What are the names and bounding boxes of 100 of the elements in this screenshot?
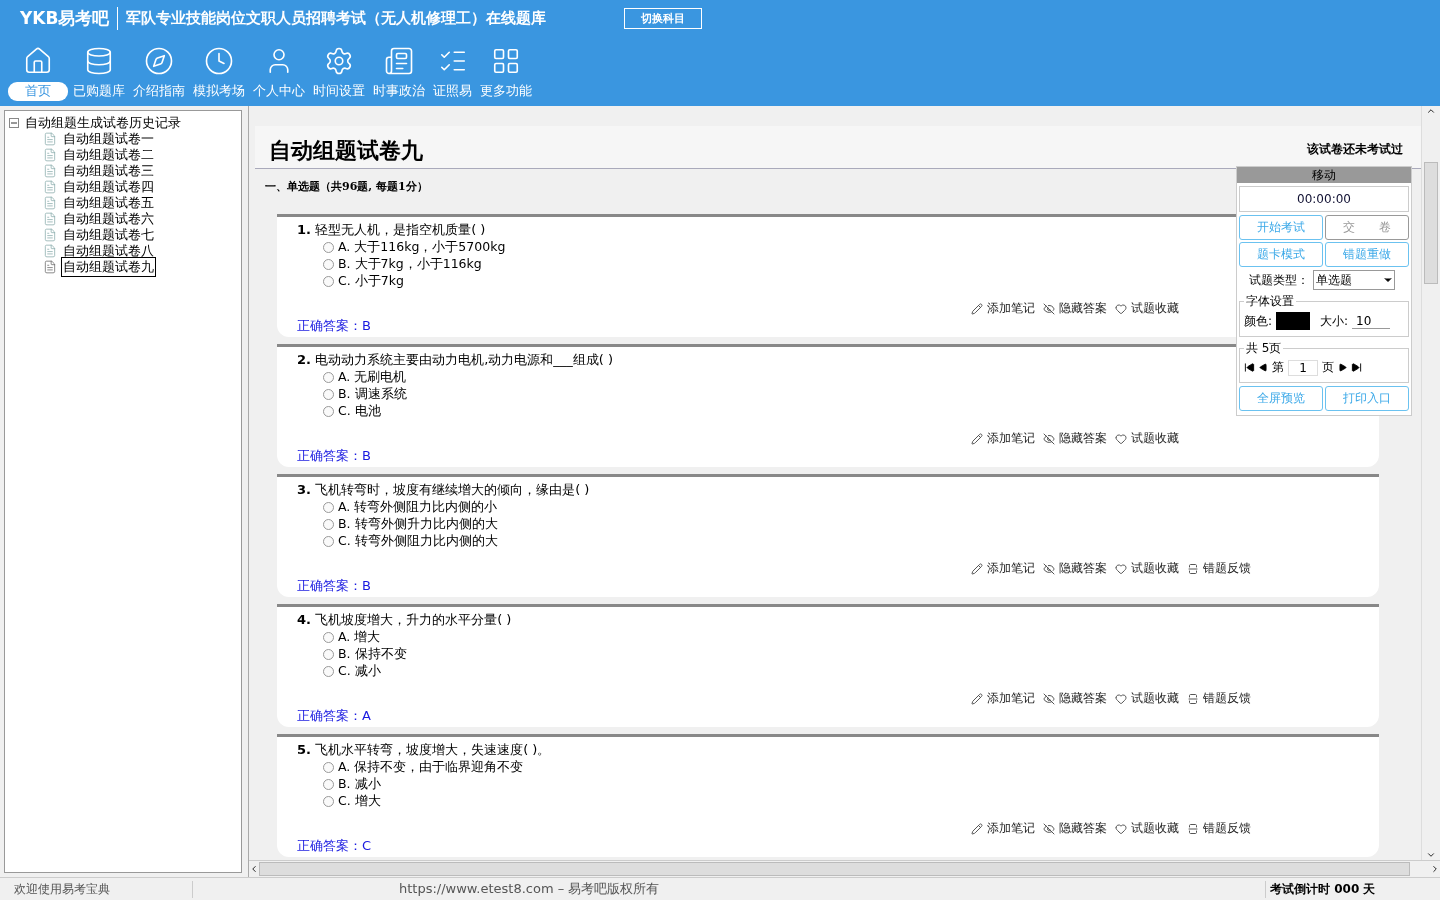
option-text: C. 减小	[338, 663, 381, 680]
app-title: 军队专业技能岗位文职人员招聘考试（无人机修理工）在线题库	[126, 8, 547, 28]
compass-icon[interactable]	[144, 46, 174, 76]
question-text: 3. 飞机转弯时，坡度有继续增大的倾向，缘由是( )	[297, 481, 590, 499]
pencil-icon	[971, 562, 983, 575]
grid-icon[interactable]	[491, 46, 521, 76]
question-action-link[interactable]: 试题收藏	[1115, 430, 1179, 447]
pencil-icon	[971, 692, 983, 705]
page-field[interactable]: 1	[1288, 359, 1318, 376]
pencil-icon	[971, 432, 983, 445]
question-action-link[interactable]: 添加笔记	[971, 560, 1035, 577]
font-color-swatch[interactable]	[1276, 312, 1311, 330]
scrollbar-thumb[interactable]	[259, 862, 1410, 876]
question-action-link[interactable]: 添加笔记	[971, 690, 1035, 707]
radio-button[interactable]	[323, 242, 334, 253]
option-text: C. 电池	[338, 403, 381, 420]
scrollbar-thumb[interactable]	[1424, 162, 1438, 284]
radio-button[interactable]	[323, 762, 334, 773]
heart-icon	[1115, 562, 1127, 575]
document-icon	[43, 212, 57, 226]
welcome-text: 欢迎使用易考宝典	[0, 880, 193, 898]
radio-button[interactable]	[323, 406, 334, 417]
question-text: 1. 轻型无人机，是指空机质量( )	[297, 221, 486, 239]
last-page-icon[interactable]	[1351, 362, 1362, 373]
radio-button[interactable]	[323, 779, 334, 790]
option-text: A. 无刷电机	[338, 369, 407, 386]
question-action-link[interactable]: 试题收藏	[1115, 560, 1179, 577]
radio-button[interactable]	[323, 519, 334, 530]
type-label: 试题类型：	[1249, 271, 1309, 289]
question-text: 5. 飞机水平转弯，坡度增大，失速速度( )。	[297, 741, 551, 759]
document-icon	[43, 132, 57, 146]
question-action-link[interactable]: 试题收藏	[1115, 690, 1179, 707]
option-text: B. 保持不变	[338, 646, 407, 663]
font-size-field[interactable]: 10	[1352, 313, 1391, 329]
option-text: B. 减小	[338, 776, 381, 793]
question-action-link[interactable]: 隐藏答案	[1043, 560, 1107, 577]
question-action-link[interactable]: 隐藏答案	[1043, 300, 1107, 317]
newspaper-icon[interactable]	[384, 46, 414, 76]
question-action-link[interactable]: 错题反馈	[1187, 820, 1251, 837]
question-action-link[interactable]: 错题反馈	[1187, 690, 1251, 707]
question-action-link[interactable]: 隐藏答案	[1043, 820, 1107, 837]
horizontal-scrollbar[interactable]	[249, 860, 1440, 877]
radio-button[interactable]	[323, 649, 334, 660]
pencil-icon	[971, 302, 983, 315]
eye-off-icon	[1043, 302, 1055, 315]
radio-button[interactable]	[323, 796, 334, 807]
page-count-legend: 共 5页	[1244, 340, 1284, 357]
collapse-icon[interactable]	[9, 118, 19, 128]
scroll-down-icon[interactable]	[1426, 850, 1436, 860]
question-text: 2. 电动动力系统主要由动力电机,动力电源和___组成( )	[297, 351, 614, 369]
copyright-text: https://www.etest8.com – 易考吧版权所有	[399, 880, 660, 898]
exam-timer: 00:00:00	[1239, 186, 1409, 212]
question-action-link[interactable]: 隐藏答案	[1043, 690, 1107, 707]
page-prefix: 第	[1272, 359, 1284, 376]
countdown-text: 考试倒计时 000 天	[1265, 880, 1440, 898]
home-icon[interactable]	[23, 46, 53, 76]
radio-button[interactable]	[323, 389, 334, 400]
question-action-link[interactable]: 添加笔记	[971, 820, 1035, 837]
question-action-link[interactable]: 试题收藏	[1115, 820, 1179, 837]
radio-button[interactable]	[323, 632, 334, 643]
option-text: B. 大于7kg，小于116kg	[338, 256, 482, 273]
tree-item[interactable]: 自动组题试卷九	[61, 257, 156, 277]
previous-page-icon[interactable]	[1259, 363, 1268, 372]
settings-icon[interactable]	[324, 46, 354, 76]
eye-off-icon	[1043, 562, 1055, 575]
eye-off-icon	[1043, 432, 1055, 445]
correct-answer: 正确答案：B	[297, 317, 371, 335]
option-text: C. 转弯外侧阻力比内侧的大	[338, 533, 498, 550]
correct-answer: 正确答案：C	[297, 837, 372, 855]
radio-button[interactable]	[323, 276, 334, 287]
scroll-up-icon[interactable]	[1426, 106, 1436, 116]
radio-button[interactable]	[323, 536, 334, 547]
scroll-left-icon[interactable]	[249, 864, 259, 874]
question-type-select[interactable]: 单选题	[1313, 270, 1395, 290]
option-text: A. 增大	[338, 629, 381, 646]
pencil-icon	[971, 822, 983, 835]
database-icon[interactable]	[84, 46, 114, 76]
question-action-link[interactable]: 错题反馈	[1187, 560, 1251, 577]
move-handle[interactable]: 移动	[1237, 167, 1411, 183]
document-icon	[43, 164, 57, 178]
question-action-link[interactable]: 隐藏答案	[1043, 430, 1107, 447]
scroll-right-icon[interactable]	[1430, 864, 1440, 874]
option-text: A. 保持不变，由于临界迎角不变	[338, 759, 524, 776]
first-page-icon[interactable]	[1244, 362, 1255, 373]
radio-button[interactable]	[323, 372, 334, 383]
radio-button[interactable]	[323, 259, 334, 270]
clock-icon[interactable]	[204, 46, 234, 76]
question-action-link[interactable]: 试题收藏	[1115, 300, 1179, 317]
radio-button[interactable]	[323, 666, 334, 677]
correct-answer: 正确答案：B	[297, 577, 371, 595]
question-action-link[interactable]: 添加笔记	[971, 430, 1035, 447]
option-text: A. 转弯外侧阻力比内侧的小	[338, 499, 498, 516]
exam-status: 该试卷还未考试过	[1307, 141, 1403, 158]
document-icon	[43, 148, 57, 162]
size-label: 大小:	[1320, 312, 1349, 330]
option-text: C. 小于7kg	[338, 273, 404, 290]
question-action-link[interactable]: 添加笔记	[971, 300, 1035, 317]
radio-button[interactable]	[323, 502, 334, 513]
vertical-scrollbar[interactable]	[1421, 106, 1440, 860]
next-page-icon[interactable]	[1338, 363, 1347, 372]
